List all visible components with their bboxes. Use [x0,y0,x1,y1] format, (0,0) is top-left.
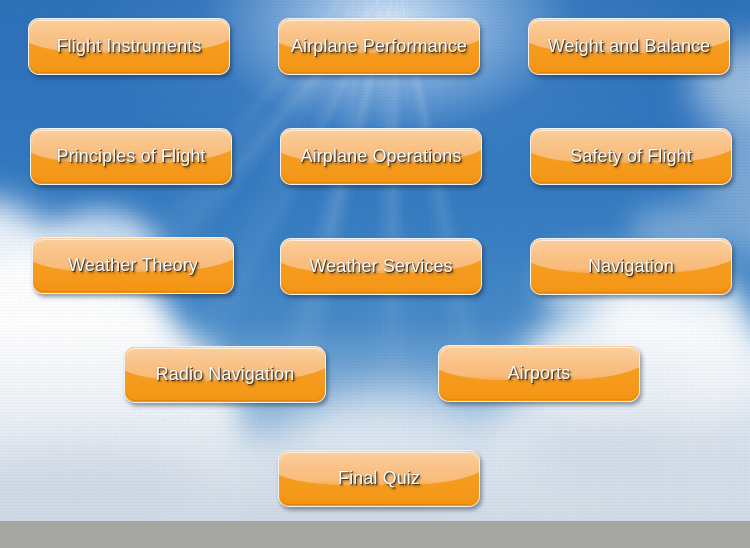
menu-button-label: Weight and Balance [547,36,711,56]
menu-button-weather-theory[interactable]: Weather Theory [32,237,234,294]
menu-button-final-quiz[interactable]: Final Quiz [278,450,480,507]
menu-button-label: Weather Services [309,256,453,276]
menu-button-airplane-performance[interactable]: Airplane Performance [278,18,480,75]
menu-button-airplane-operations[interactable]: Airplane Operations [280,128,482,185]
menu-button-weather-services[interactable]: Weather Services [280,238,482,295]
menu-button-principles-of-flight[interactable]: Principles of Flight [30,128,232,185]
app-screen: Flight Instruments Airplane Performance We… [0,0,750,548]
menu-button-weight-and-balance[interactable]: Weight and Balance [528,18,730,75]
bottom-bar [0,521,750,548]
menu-button-label: Flight Instruments [56,36,202,56]
menu-button-flight-instruments[interactable]: Flight Instruments [28,18,230,75]
menu-button-label: Radio Navigation [155,364,295,384]
menu-button-radio-navigation[interactable]: Radio Navigation [124,346,326,403]
menu-button-label: Airplane Performance [290,36,468,56]
menu-button-safety-of-flight[interactable]: Safety of Flight [530,128,732,185]
menu-button-label: Safety of Flight [570,146,692,166]
menu-button-label: Final Quiz [337,468,421,488]
menu-button-label: Airports [507,363,571,383]
menu-button-label: Navigation [587,256,675,276]
menu-button-navigation[interactable]: Navigation [530,238,732,295]
menu-button-label: Principles of Flight [56,146,206,166]
menu-button-label: Weather Theory [68,255,198,275]
menu-button-airports[interactable]: Airports [438,345,640,402]
menu-button-label: Airplane Operations [300,146,462,166]
